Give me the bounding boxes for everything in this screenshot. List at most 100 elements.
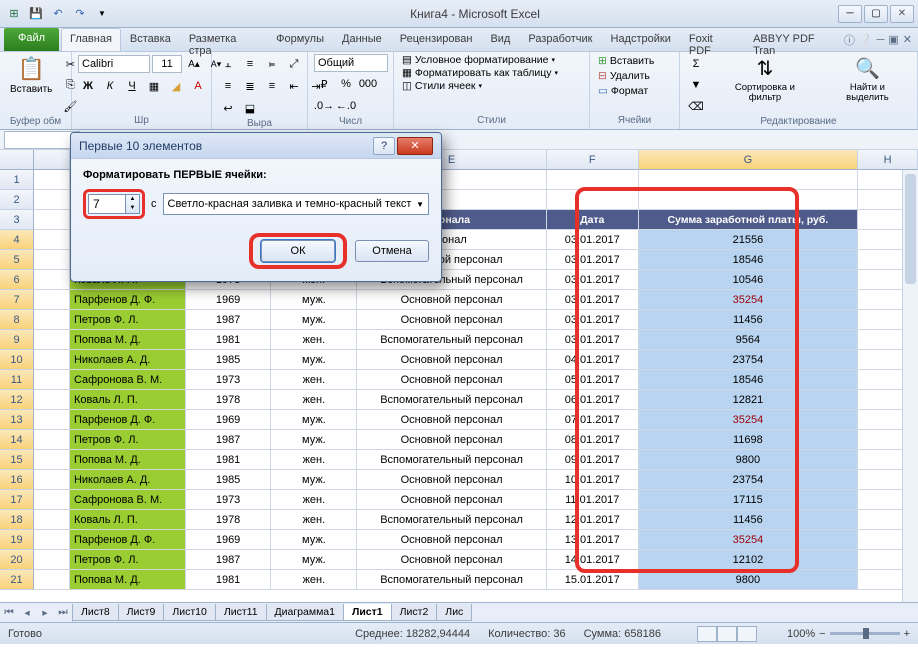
cell-G13[interactable]: 35254 <box>639 410 858 430</box>
cell-A14[interactable] <box>34 430 70 450</box>
cell-D16[interactable]: муж. <box>271 470 357 490</box>
cell-D7[interactable]: муж. <box>271 290 357 310</box>
sort-filter-button[interactable]: ⇅ Сортировка и фильтр <box>714 54 816 106</box>
cell-B13[interactable]: Парфенов Д. Ф. <box>70 410 186 430</box>
align-bottom-icon[interactable]: ⫢ <box>262 54 282 74</box>
ribbon-tab-10[interactable]: ABBYY PDF Tran <box>744 28 844 51</box>
cell-C10[interactable]: 1985 <box>186 350 272 370</box>
cell-D17[interactable]: жен. <box>271 490 357 510</box>
count-input[interactable] <box>88 194 126 214</box>
currency-icon[interactable]: ₽ <box>314 74 334 94</box>
row-header-6[interactable]: 6 <box>0 270 34 290</box>
help-icon[interactable]: ❔ <box>859 33 873 46</box>
dec-decimal-icon[interactable]: ←.0 <box>336 96 356 116</box>
maximize-button[interactable]: ▢ <box>864 5 888 23</box>
cell-A2[interactable] <box>34 190 70 210</box>
cell-G2[interactable] <box>639 190 858 210</box>
cell-G6[interactable]: 10546 <box>639 270 858 290</box>
cell-styles-button[interactable]: ◫Стили ячеек▾ <box>400 80 560 92</box>
cell-A7[interactable] <box>34 290 70 310</box>
format-as-table-button[interactable]: ▦Форматировать как таблицу▾ <box>400 67 560 79</box>
ribbon-tab-5[interactable]: Рецензирован <box>391 28 482 51</box>
cell-C9[interactable]: 1981 <box>186 330 272 350</box>
cell-E21[interactable]: Вспомогательный персонал <box>357 570 547 590</box>
cell-E18[interactable]: Вспомогательный персонал <box>357 510 547 530</box>
cell-A1[interactable] <box>34 170 70 190</box>
format-cells-button[interactable]: ▭Формат <box>596 84 656 98</box>
cell-B17[interactable]: Сафронова В. М. <box>70 490 186 510</box>
cell-F7[interactable]: 03.01.2017 <box>547 290 639 310</box>
ribbon-tab-7[interactable]: Разработчик <box>519 28 601 51</box>
insert-cells-button[interactable]: ⊞Вставить <box>596 54 656 68</box>
cell-B11[interactable]: Сафронова В. М. <box>70 370 186 390</box>
cell-B19[interactable]: Парфенов Д. Ф. <box>70 530 186 550</box>
cell-C21[interactable]: 1981 <box>186 570 272 590</box>
cell-F20[interactable]: 14.01.2017 <box>547 550 639 570</box>
col-header-G[interactable]: G <box>639 150 859 170</box>
row-header-15[interactable]: 15 <box>0 450 34 470</box>
scroll-thumb[interactable] <box>905 174 916 284</box>
cell-F21[interactable]: 15.01.2017 <box>547 570 639 590</box>
cell-G5[interactable]: 18546 <box>639 250 858 270</box>
cell-F8[interactable]: 03.01.2017 <box>547 310 639 330</box>
row-header-9[interactable]: 9 <box>0 330 34 350</box>
zoom-out-icon[interactable]: − <box>819 628 825 640</box>
cell-G1[interactable] <box>639 170 858 190</box>
row-header-3[interactable]: 3 <box>0 210 34 230</box>
zoom-level[interactable]: 100% <box>787 628 815 640</box>
sheet-tab-1[interactable]: Лист9 <box>118 604 165 621</box>
cell-F13[interactable]: 07.01.2017 <box>547 410 639 430</box>
cell-B9[interactable]: Попова М. Д. <box>70 330 186 350</box>
cell-F9[interactable]: 03.01.2017 <box>547 330 639 350</box>
fill-color-icon[interactable]: ◢ <box>166 76 186 96</box>
spinner-arrows[interactable]: ▲▼ <box>126 194 140 214</box>
zoom-in-icon[interactable]: + <box>904 628 910 640</box>
ok-button[interactable]: ОК <box>261 240 335 262</box>
cell-D15[interactable]: жен. <box>271 450 357 470</box>
cell-E14[interactable]: Основной персонал <box>357 430 547 450</box>
row-header-18[interactable]: 18 <box>0 510 34 530</box>
cell-F14[interactable]: 08.01.2017 <box>547 430 639 450</box>
sheet-nav-first-icon[interactable]: ⏮ <box>0 604 18 622</box>
autosum-icon[interactable]: Σ <box>686 54 706 74</box>
cell-G19[interactable]: 35254 <box>639 530 858 550</box>
row-header-5[interactable]: 5 <box>0 250 34 270</box>
cell-A16[interactable] <box>34 470 70 490</box>
indent-dec-icon[interactable]: ⇤ <box>284 76 304 96</box>
delete-cells-button[interactable]: ⊟Удалить <box>596 69 656 83</box>
view-pagebreak-icon[interactable] <box>737 626 757 642</box>
file-tab[interactable]: Файл <box>4 28 59 51</box>
row-header-16[interactable]: 16 <box>0 470 34 490</box>
row-header-11[interactable]: 11 <box>0 370 34 390</box>
row-header-1[interactable]: 1 <box>0 170 34 190</box>
font-name-input[interactable] <box>78 55 150 73</box>
excel-icon[interactable]: ⊞ <box>4 4 24 24</box>
cell-A19[interactable] <box>34 530 70 550</box>
sheet-tab-4[interactable]: Диаграмма1 <box>266 604 344 621</box>
cell-F4[interactable]: 03.01.2017 <box>547 230 639 250</box>
cell-F2[interactable] <box>547 190 639 210</box>
cell-A6[interactable] <box>34 270 70 290</box>
cell-A12[interactable] <box>34 390 70 410</box>
close-button[interactable]: ✕ <box>890 5 914 23</box>
cell-D20[interactable]: муж. <box>271 550 357 570</box>
font-size-input[interactable] <box>152 55 182 73</box>
clear-icon[interactable]: ⌫ <box>686 96 706 116</box>
row-header-14[interactable]: 14 <box>0 430 34 450</box>
ribbon-tab-2[interactable]: Разметка стра <box>180 28 267 51</box>
cell-B10[interactable]: Николаев А. Д. <box>70 350 186 370</box>
align-top-icon[interactable]: ⫠ <box>218 54 238 74</box>
cell-A13[interactable] <box>34 410 70 430</box>
cell-B14[interactable]: Петров Ф. Л. <box>70 430 186 450</box>
cell-D9[interactable]: жен. <box>271 330 357 350</box>
minimize-button[interactable]: ─ <box>838 5 862 23</box>
cell-F5[interactable]: 03.01.2017 <box>547 250 639 270</box>
cell-A21[interactable] <box>34 570 70 590</box>
undo-icon[interactable]: ↶ <box>48 4 68 24</box>
name-box[interactable] <box>4 131 80 149</box>
cell-F17[interactable]: 11.01.2017 <box>547 490 639 510</box>
cell-F6[interactable]: 03.01.2017 <box>547 270 639 290</box>
cell-B12[interactable]: Коваль Л. П. <box>70 390 186 410</box>
cell-G15[interactable]: 9800 <box>639 450 858 470</box>
cell-F18[interactable]: 12.01.2017 <box>547 510 639 530</box>
